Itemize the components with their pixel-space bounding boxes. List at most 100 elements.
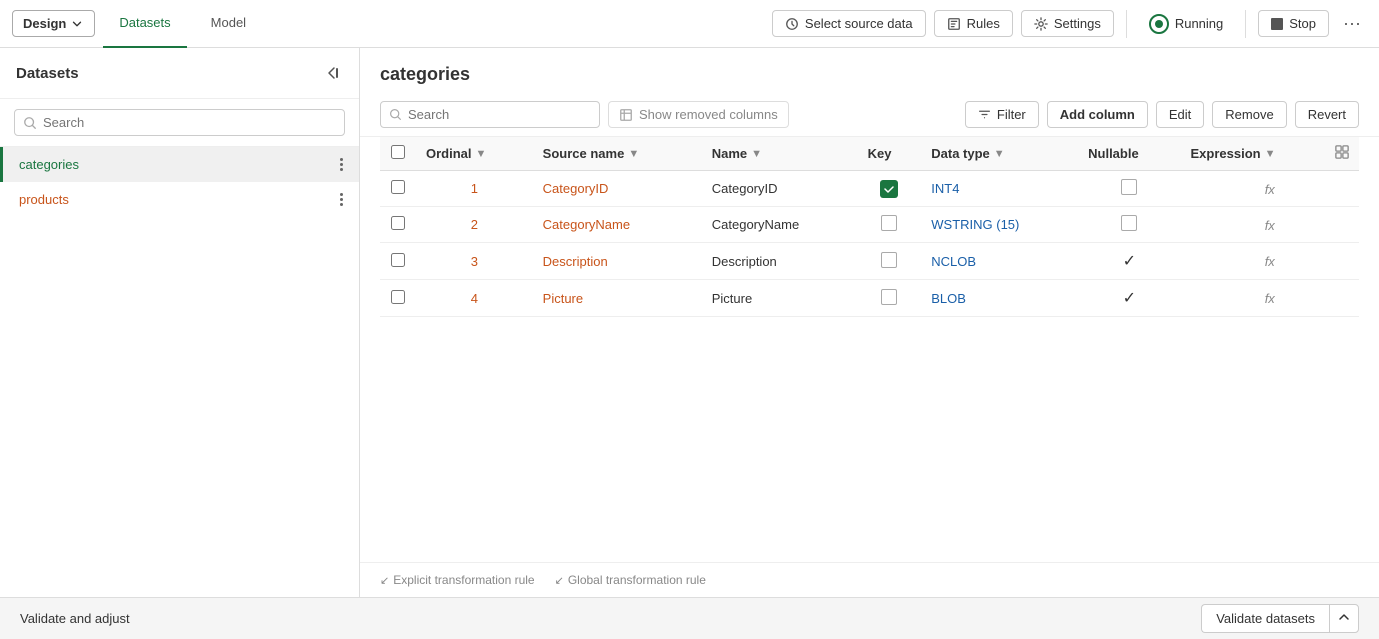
running-status: Running <box>1139 9 1233 39</box>
row1-source-name: CategoryID <box>533 171 702 207</box>
row4-ordinal-link[interactable]: 4 <box>471 291 478 306</box>
more-button[interactable]: ··· <box>1337 9 1367 38</box>
show-removed-columns-button[interactable]: Show removed columns <box>608 101 789 128</box>
design-dropdown[interactable]: Design <box>12 10 95 37</box>
rules-button[interactable]: Rules <box>934 10 1013 37</box>
row2-datatype-text: WSTRING (15) <box>931 217 1019 232</box>
select-source-button[interactable]: Select source data <box>772 10 926 37</box>
row3-checkbox[interactable] <box>391 253 405 267</box>
chevron-up-icon <box>1338 611 1350 623</box>
source-icon <box>785 17 799 31</box>
row1-ordinal-link[interactable]: 1 <box>471 181 478 196</box>
row1-checkbox[interactable] <box>391 180 405 194</box>
row2-expression: fx <box>1181 207 1359 243</box>
sidebar: Datasets categories products <box>0 48 360 597</box>
sidebar-item-categories[interactable]: categories <box>0 147 359 182</box>
settings-button[interactable]: Settings <box>1021 10 1114 37</box>
expression-filter-icon[interactable]: ▼ <box>1265 148 1276 160</box>
tab-model[interactable]: Model <box>195 0 262 48</box>
table-row: 1 CategoryID CategoryID <box>380 171 1359 207</box>
row3-expression: fx <box>1181 243 1359 280</box>
key-header: Key <box>858 137 922 171</box>
categories-menu-button[interactable] <box>340 158 343 171</box>
row4-checkbox[interactable] <box>391 290 405 304</box>
validate-chevron-button[interactable] <box>1329 604 1359 633</box>
sidebar-search-section <box>0 99 359 147</box>
row1-nullable <box>1078 171 1180 207</box>
validate-section: Validate datasets <box>1201 604 1359 633</box>
separator <box>1126 10 1127 38</box>
page-title: categories <box>380 64 1359 85</box>
grid-icon[interactable] <box>1335 145 1349 162</box>
explicit-transformation-link[interactable]: ↙ Explicit transformation rule <box>380 573 535 587</box>
transformation-links: ↙ Explicit transformation rule ↙ Global … <box>360 562 1379 597</box>
row4-fx-icon[interactable]: fx <box>1265 290 1275 306</box>
sidebar-list: categories products <box>0 147 359 597</box>
row2-source-name: CategoryName <box>533 207 702 243</box>
remove-button[interactable]: Remove <box>1212 101 1286 128</box>
row1-nullable-empty <box>1121 179 1137 195</box>
sidebar-search-input[interactable] <box>43 115 336 130</box>
row1-source-link[interactable]: CategoryID <box>543 181 609 196</box>
row1-fx-icon[interactable]: fx <box>1265 181 1275 197</box>
content-search-box <box>380 101 600 128</box>
row3-ordinal: 3 <box>416 243 533 280</box>
sidebar-item-label: products <box>19 192 69 207</box>
row1-name: CategoryID <box>702 171 858 207</box>
collapse-sidebar-button[interactable] <box>321 62 343 84</box>
validate-datasets-button[interactable]: Validate datasets <box>1201 604 1329 633</box>
content-area: categories Show removed columns Filter A… <box>360 48 1379 597</box>
global-arrow-icon: ↙ <box>555 574 564 587</box>
name-filter-icon[interactable]: ▼ <box>751 148 762 160</box>
global-transformation-link[interactable]: ↙ Global transformation rule <box>555 573 706 587</box>
sidebar-title: Datasets <box>16 65 79 82</box>
stop-button[interactable]: Stop <box>1258 10 1329 37</box>
row2-source-link[interactable]: CategoryName <box>543 217 630 232</box>
row4-key-empty <box>881 289 897 305</box>
stop-icon <box>1271 18 1283 30</box>
main-layout: Datasets categories products <box>0 48 1379 597</box>
row2-fx-icon[interactable]: fx <box>1265 217 1275 233</box>
columns-table: Ordinal ▼ Source name ▼ <box>380 137 1359 317</box>
row2-checkbox[interactable] <box>391 216 405 230</box>
revert-button[interactable]: Revert <box>1295 101 1359 128</box>
row4-nullable: ✓ <box>1078 280 1180 317</box>
row3-checkbox-cell <box>380 243 416 280</box>
row4-checkbox-cell <box>380 280 416 317</box>
edit-button[interactable]: Edit <box>1156 101 1204 128</box>
filter-button[interactable]: Filter <box>965 101 1039 128</box>
row3-fx-icon[interactable]: fx <box>1265 253 1275 269</box>
footer-bar: Validate and adjust Validate datasets <box>0 597 1379 639</box>
search-icon <box>23 116 37 130</box>
row4-name: Picture <box>702 280 858 317</box>
row1-expression: fx <box>1181 171 1359 207</box>
source-name-header: Source name ▼ <box>533 137 702 171</box>
add-column-button[interactable]: Add column <box>1047 101 1148 128</box>
ordinal-filter-icon[interactable]: ▼ <box>476 148 487 160</box>
row3-name-text: Description <box>712 254 777 269</box>
row3-ordinal-link[interactable]: 3 <box>471 254 478 269</box>
row1-checkbox-cell <box>380 171 416 207</box>
row3-source-link[interactable]: Description <box>543 254 608 269</box>
row2-ordinal-link[interactable]: 2 <box>471 217 478 232</box>
topbar: Design Datasets Model Select source data… <box>0 0 1379 48</box>
row3-datatype: NCLOB <box>921 243 1078 280</box>
source-name-filter-icon[interactable]: ▼ <box>628 148 639 160</box>
row3-datatype-text: NCLOB <box>931 254 976 269</box>
expression-header: Expression ▼ <box>1181 137 1359 171</box>
data-type-filter-icon[interactable]: ▼ <box>994 148 1005 160</box>
ordinal-header: Ordinal ▼ <box>416 137 533 171</box>
content-search-input[interactable] <box>408 107 591 122</box>
row2-name: CategoryName <box>702 207 858 243</box>
row1-key-checked <box>880 180 898 198</box>
footer-label: Validate and adjust <box>20 611 130 626</box>
design-label: Design <box>23 16 66 31</box>
row4-datatype: BLOB <box>921 280 1078 317</box>
sidebar-item-products[interactable]: products <box>0 182 359 217</box>
row1-ordinal: 1 <box>416 171 533 207</box>
tab-datasets[interactable]: Datasets <box>103 0 186 48</box>
select-all-checkbox[interactable] <box>391 145 405 159</box>
products-menu-button[interactable] <box>340 193 343 206</box>
row4-source-link[interactable]: Picture <box>543 291 583 306</box>
search-icon <box>389 108 402 121</box>
